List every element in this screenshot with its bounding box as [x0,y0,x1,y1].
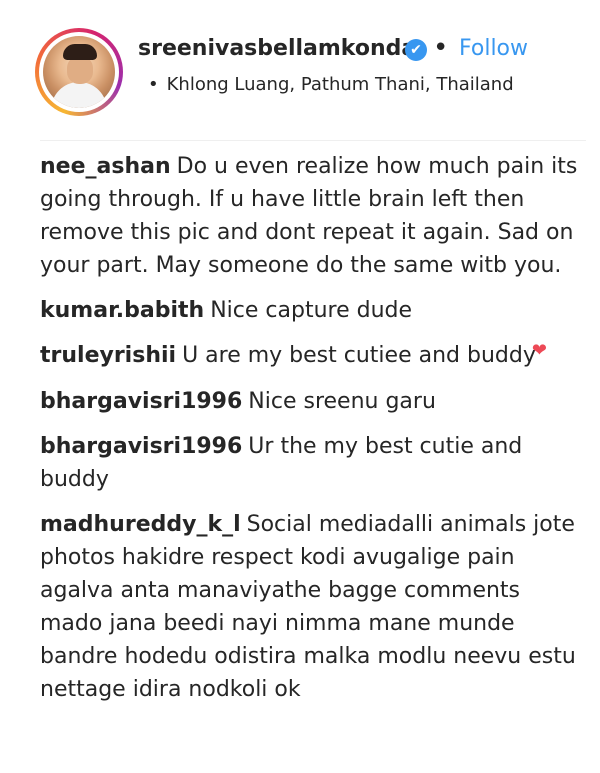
comment-item: madhureddy_k_l Social mediadalli animals … [40,508,585,706]
username-link[interactable]: sreenivasbellamkonda [138,36,416,61]
location-text: Khlong Luang, Pathum Thani, Thailand [166,74,514,95]
location-bullet: • [148,74,159,95]
comment-text: U are my best cutiee and buddy [182,343,536,368]
heart-emoji-icon: ❤ [531,340,547,361]
comment-text: Nice sreenu garu [248,389,436,414]
comments-list: nee_ashan Do u even realize how much pain… [40,150,585,718]
follow-button[interactable]: Follow [459,36,528,61]
comment-item: nee_ashan Do u even realize how much pain… [40,150,585,282]
comment-item: bhargavisri1996 Nice sreenu garu [40,385,585,418]
comment-text: Social mediadalli animals jote photos ha… [40,512,576,702]
comment-text: Nice capture dude [210,298,413,323]
profile-avatar[interactable] [35,28,123,116]
avatar-face [67,56,93,84]
location-link[interactable]: • Khlong Luang, Pathum Thani, Thailand [148,74,514,95]
verified-badge-icon: ✔ [405,39,427,61]
comment-username[interactable]: bhargavisri1996 [40,389,242,414]
comment-username[interactable]: bhargavisri1996 [40,434,242,459]
comment-item: bhargavisri1996 Ur the my best cutie and … [40,430,585,496]
comment-item: truleyrishii U are my best cutiee and bud… [40,339,585,373]
avatar-photo [43,36,115,108]
avatar-hair [63,44,97,60]
separator-dot: • [433,33,449,63]
comment-username[interactable]: kumar.babith [40,298,204,323]
post-header: sreenivasbellamkonda ✔ • Follow • Khlong … [0,0,600,140]
comment-item: kumar.babith Nice capture dude [40,294,585,327]
header-divider [40,140,586,141]
comment-username[interactable]: nee_ashan [40,154,171,179]
avatar-shirt [51,82,107,108]
comment-username[interactable]: madhureddy_k_l [40,512,241,537]
comment-username[interactable]: truleyrishii [40,343,176,368]
